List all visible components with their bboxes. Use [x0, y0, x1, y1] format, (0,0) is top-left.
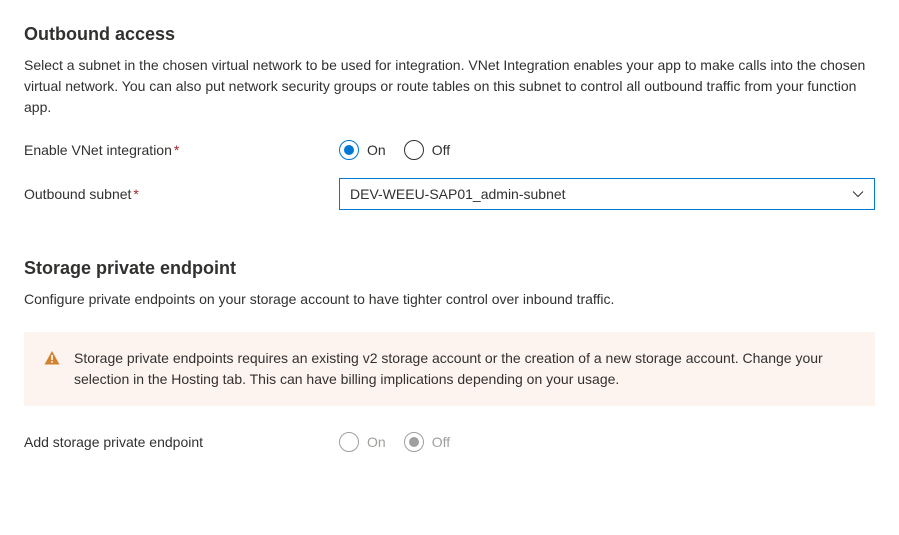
enable-vnet-radio-group: On Off: [339, 140, 450, 160]
outbound-access-title: Outbound access: [24, 24, 875, 45]
radio-circle-icon: [339, 432, 359, 452]
warning-icon: [44, 350, 60, 390]
chevron-down-icon: [852, 188, 864, 200]
enable-vnet-field: Enable VNet integration* On Off: [24, 140, 875, 160]
add-storage-pe-label-text: Add storage private endpoint: [24, 434, 203, 450]
required-asterisk: *: [133, 186, 138, 202]
storage-pe-warning-text: Storage private endpoints requires an ex…: [74, 348, 855, 390]
enable-vnet-off-label: Off: [432, 142, 450, 158]
radio-dot-icon: [344, 145, 354, 155]
enable-vnet-on-radio[interactable]: On: [339, 140, 386, 160]
enable-vnet-label: Enable VNet integration*: [24, 142, 339, 158]
radio-circle-icon: [339, 140, 359, 160]
outbound-subnet-selected: DEV-WEEU-SAP01_admin-subnet: [350, 186, 566, 202]
add-storage-pe-field: Add storage private endpoint On Off: [24, 432, 875, 452]
enable-vnet-on-label: On: [367, 142, 386, 158]
enable-vnet-label-text: Enable VNet integration: [24, 142, 172, 158]
add-storage-pe-on-label: On: [367, 434, 386, 450]
outbound-subnet-label-text: Outbound subnet: [24, 186, 131, 202]
storage-pe-warning-alert: Storage private endpoints requires an ex…: [24, 332, 875, 406]
storage-pe-title: Storage private endpoint: [24, 258, 875, 279]
add-storage-pe-off-label: Off: [432, 434, 450, 450]
storage-pe-description: Configure private endpoints on your stor…: [24, 289, 875, 310]
outbound-subnet-field: Outbound subnet* DEV-WEEU-SAP01_admin-su…: [24, 178, 875, 210]
outbound-subnet-label: Outbound subnet*: [24, 186, 339, 202]
add-storage-pe-radio-group: On Off: [339, 432, 450, 452]
radio-circle-icon: [404, 432, 424, 452]
add-storage-pe-off-radio: Off: [404, 432, 450, 452]
enable-vnet-off-radio[interactable]: Off: [404, 140, 450, 160]
add-storage-pe-label: Add storage private endpoint: [24, 434, 339, 450]
radio-dot-icon: [409, 437, 419, 447]
outbound-subnet-dropdown[interactable]: DEV-WEEU-SAP01_admin-subnet: [339, 178, 875, 210]
outbound-access-description: Select a subnet in the chosen virtual ne…: [24, 55, 875, 118]
required-asterisk: *: [174, 142, 179, 158]
add-storage-pe-on-radio: On: [339, 432, 386, 452]
radio-circle-icon: [404, 140, 424, 160]
